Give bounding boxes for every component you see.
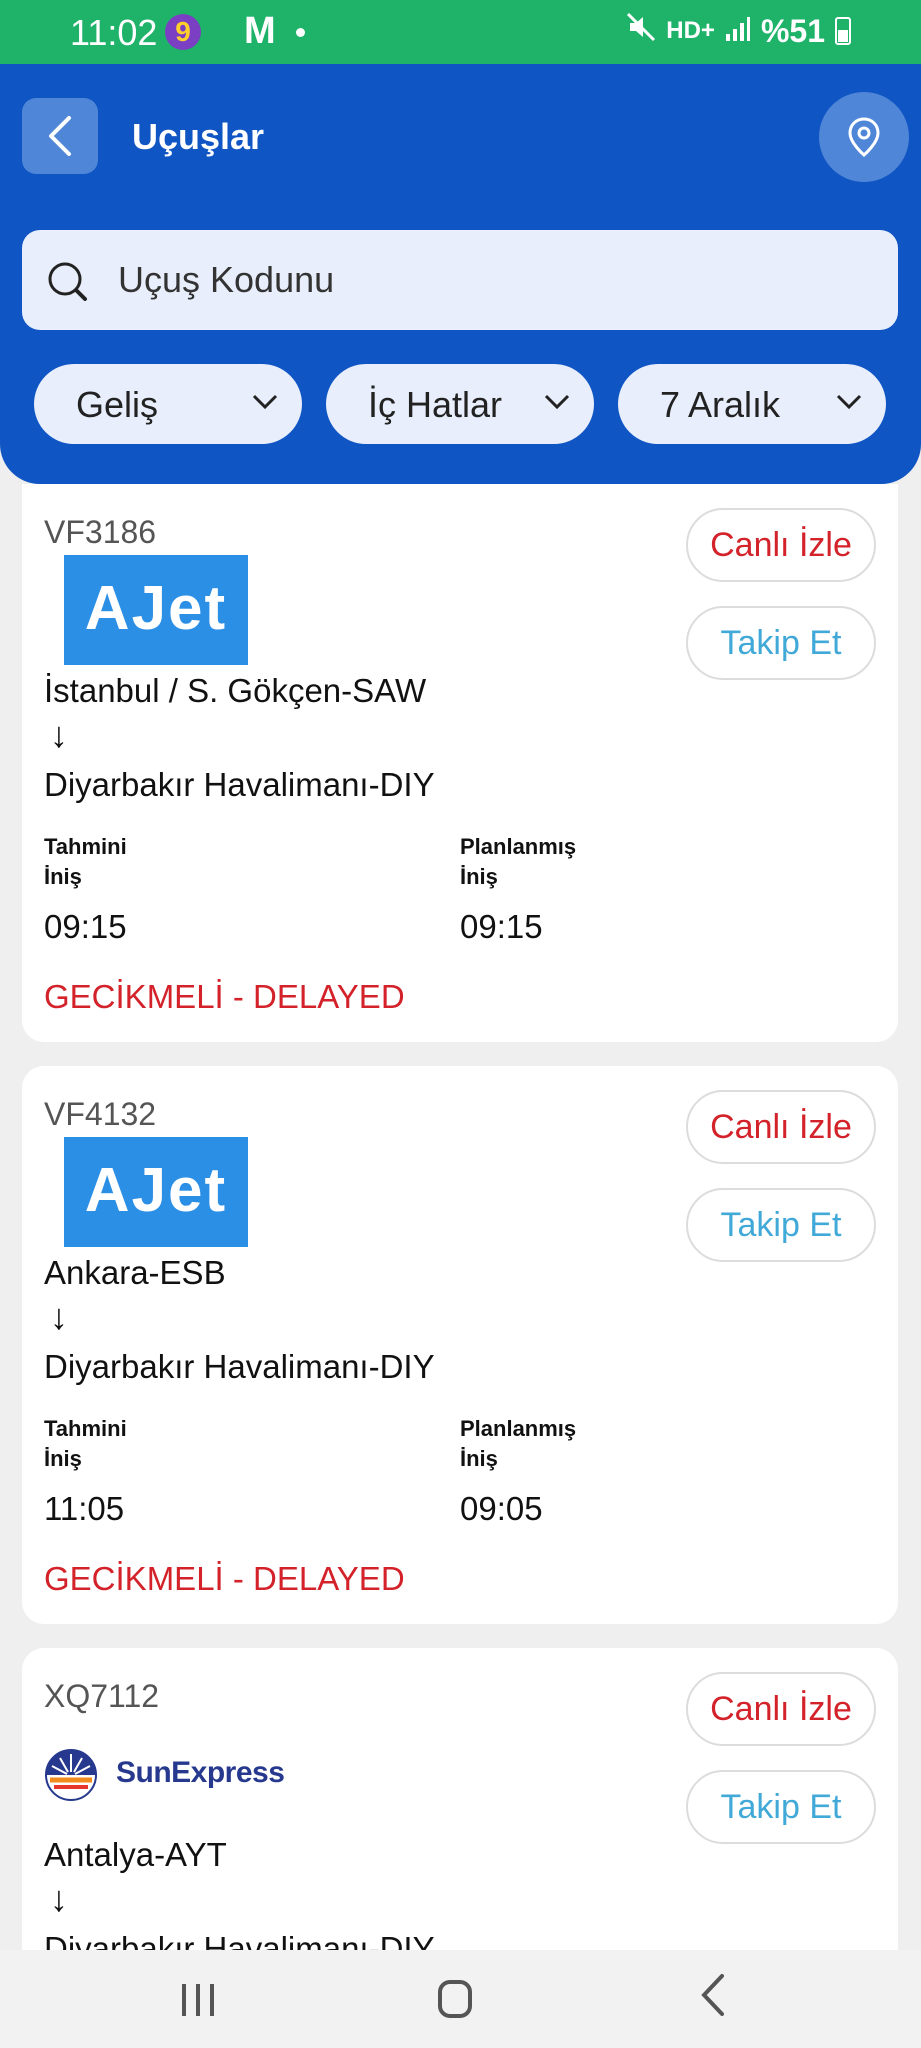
back-nav-icon[interactable] [698,1972,728,2018]
arrow-down-icon: ↓ [50,714,68,755]
location-button[interactable] [819,92,909,182]
mute-icon [626,12,656,50]
planned-time: 09:05 [460,1490,543,1527]
search-input[interactable] [118,256,818,304]
system-nav-bar [0,1950,921,2048]
arrow-down-icon: ↓ [50,1296,68,1337]
arrow-down-icon: ↓ [50,1878,68,1919]
chevron-down-icon [836,394,862,410]
recent-apps-icon[interactable] [178,1982,218,2018]
flight-card[interactable]: XQ7112 Canlı İzle Takip Et SunExpress An… [22,1648,898,1950]
estimated-label: Tahmini İniş [44,1416,127,1471]
live-track-button[interactable]: Canlı İzle [686,1090,876,1164]
battery-icon [835,17,851,45]
planned-label: Planlanmış İniş [460,834,577,889]
direction-filter[interactable]: Geliş [34,364,302,444]
location-pin-icon [848,117,880,157]
chevron-down-icon [544,394,570,410]
sun-emblem-icon [45,1749,97,1801]
estimated-label: Tahmini İniş [44,834,127,889]
route-origin: Antalya-AYT [44,1836,227,1873]
route-type-filter[interactable]: İç Hatlar [326,364,594,444]
direction-filter-label: Geliş [76,384,159,425]
status-time: 11:02 [70,12,158,53]
date-filter[interactable]: 7 Aralık [618,364,886,444]
live-track-button[interactable]: Canlı İzle [686,1672,876,1746]
signal-icon [725,13,751,50]
status-bar: 11:02 9 M HD+ %51 [0,0,921,64]
follow-button[interactable]: Takip Et [686,1188,876,1262]
page-title: Uçuşlar [132,116,265,157]
estimated-time: 11:05 [44,1490,125,1527]
flight-card[interactable]: VF3186 Canlı İzle Takip Et AJet İstanbul… [22,484,898,1042]
flight-code: VF4132 [44,1096,157,1132]
status-indicators: HD+ %51 [626,12,851,50]
airline-name: SunExpress [116,1756,285,1789]
route-type-filter-label: İç Hatlar [368,384,503,425]
gmail-icon: M [244,10,276,52]
flight-card[interactable]: VF4132 Canlı İzle Takip Et AJet Ankara-E… [22,1066,898,1624]
route-destination: Diyarbakır Havalimanı-DIY [44,1348,435,1385]
flight-status: GECİKMELİ - DELAYED [44,1560,405,1597]
battery-level: %51 [760,12,825,49]
follow-button[interactable]: Takip Et [686,1770,876,1844]
chevron-down-icon [252,394,278,410]
header: Uçuşlar Geliş İç Hatlar 7 Aralık [0,64,921,484]
search-icon [48,262,87,301]
live-track-button[interactable]: Canlı İzle [686,508,876,582]
flight-code: VF3186 [44,514,157,550]
search-box[interactable] [22,230,898,330]
airline-logo: AJet [64,1137,248,1247]
planned-label: Planlanmış İniş [460,1416,577,1471]
airline-logo: SunExpress [44,1748,304,1804]
network-label: HD+ [666,17,715,44]
back-button[interactable] [22,98,98,174]
route-origin: Ankara-ESB [44,1254,226,1291]
route-origin: İstanbul / S. Gökçen-SAW [44,672,427,709]
route-destination: Diyarbakır Havalimanı-DIY [44,1930,435,1950]
flight-code: XQ7112 [44,1678,160,1714]
planned-time: 09:15 [460,908,543,945]
notification-badge-icon: 9 [165,14,201,50]
route-destination: Diyarbakır Havalimanı-DIY [44,766,435,803]
home-icon[interactable] [438,1980,472,2018]
more-notifications-dot [296,28,305,37]
follow-button[interactable]: Takip Et [686,606,876,680]
airline-logo: AJet [64,555,248,665]
date-filter-label: 7 Aralık [660,384,781,425]
chevron-left-icon [49,116,71,156]
flight-status: GECİKMELİ - DELAYED [44,978,405,1015]
estimated-time: 09:15 [44,908,127,945]
